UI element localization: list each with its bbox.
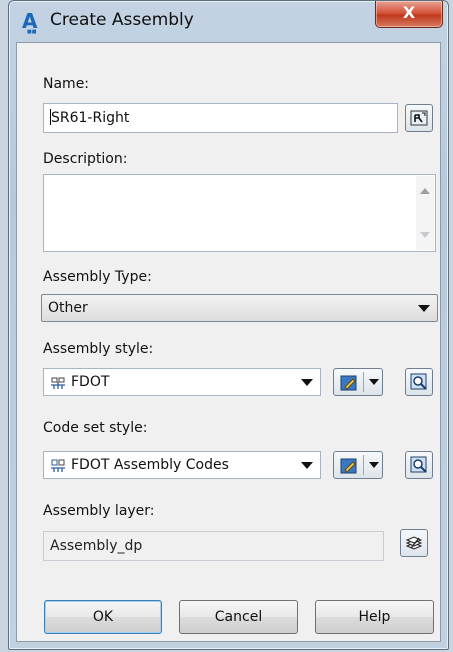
dialog-window: A ■■ Create Assembly X Name: SR61-Right D… — [8, 0, 449, 650]
assembly-style-value: FDOT — [71, 374, 110, 390]
layers-icon — [405, 536, 423, 550]
code-set-style-icon — [51, 459, 65, 472]
assembly-type-value: Other — [48, 300, 88, 316]
name-label: Name: — [43, 76, 90, 92]
name-input[interactable]: SR61-Right — [43, 103, 398, 133]
description-scrollbar[interactable] — [416, 176, 434, 250]
assembly-layer-value: Assembly_dp — [50, 538, 143, 554]
autocad-app-icon: A ■■ — [22, 9, 38, 35]
assembly-style-select[interactable]: FDOT — [43, 368, 321, 396]
name-template-icon — [410, 110, 428, 126]
scroll-down-icon[interactable] — [420, 232, 430, 238]
description-textarea[interactable] — [43, 174, 436, 252]
assembly-style-preview-button[interactable] — [405, 368, 433, 396]
assembly-style-label: Assembly style: — [43, 341, 154, 357]
assembly-layer-field: Assembly_dp — [43, 531, 384, 561]
assembly-style-icon — [51, 377, 65, 389]
code-set-style-preview-button[interactable] — [405, 451, 433, 479]
dialog-title: Create Assembly — [50, 10, 194, 30]
chevron-down-icon[interactable] — [369, 462, 379, 468]
scroll-up-icon[interactable] — [420, 188, 430, 194]
assembly-layer-label: Assembly layer: — [43, 503, 155, 519]
chevron-down-icon — [301, 462, 313, 469]
ok-button[interactable]: OK — [44, 600, 162, 634]
split-separator — [363, 372, 364, 392]
close-icon: X — [402, 3, 416, 22]
description-label: Description: — [43, 151, 128, 167]
code-set-style-select[interactable]: FDOT Assembly Codes — [43, 451, 321, 479]
chevron-down-icon — [418, 305, 430, 312]
assembly-style-edit-button[interactable] — [333, 368, 383, 396]
split-separator — [363, 455, 364, 475]
edit-style-icon — [340, 375, 357, 391]
code-set-style-label: Code set style: — [43, 420, 148, 436]
chevron-down-icon — [301, 379, 313, 386]
assembly-layer-button[interactable] — [400, 529, 428, 557]
dialog-body: Name: SR61-Right Description: Assembly T… — [16, 42, 441, 642]
title-bar[interactable]: A ■■ Create Assembly X — [9, 1, 448, 41]
cancel-button[interactable]: Cancel — [179, 600, 298, 634]
name-value: SR61-Right — [51, 110, 130, 126]
code-set-style-value: FDOT Assembly Codes — [71, 457, 229, 473]
chevron-down-icon[interactable] — [369, 379, 379, 385]
close-button[interactable]: X — [375, 1, 443, 28]
edit-style-icon — [340, 458, 357, 474]
assembly-type-label: Assembly Type: — [43, 269, 152, 285]
preview-style-icon — [410, 456, 427, 473]
preview-style-icon — [410, 373, 427, 390]
help-button[interactable]: Help — [315, 600, 434, 634]
assembly-type-select[interactable]: Other — [41, 294, 438, 322]
code-set-style-edit-button[interactable] — [333, 451, 383, 479]
name-template-button[interactable] — [405, 104, 433, 132]
